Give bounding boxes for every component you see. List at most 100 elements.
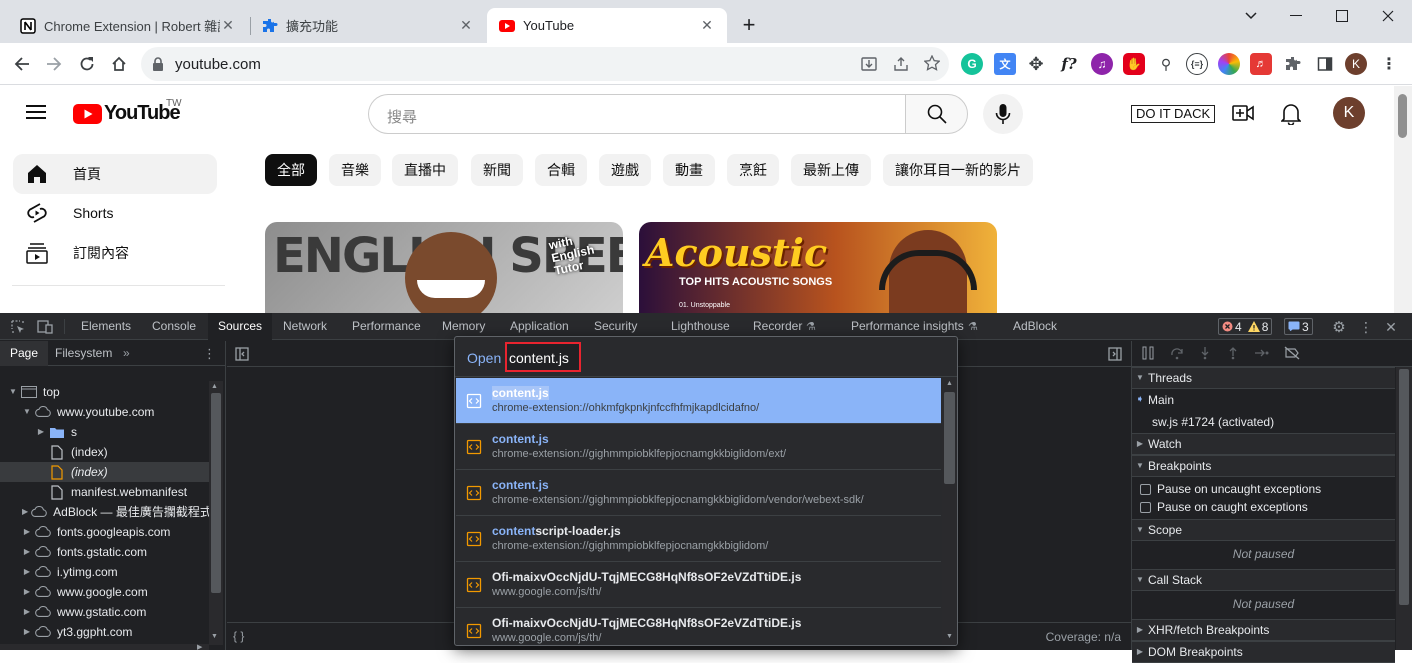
tab-adblock[interactable]: AdBlock [1013, 313, 1057, 340]
chip-recently-uploaded[interactable]: 最新上傳 [791, 154, 871, 186]
collapsed-arrow-icon[interactable]: ▶ [22, 562, 32, 582]
pause-icon[interactable] [1141, 346, 1155, 360]
tree-item[interactable]: (index) [0, 442, 210, 462]
toggle-navigator-icon[interactable] [235, 347, 249, 361]
quick-open-result[interactable]: contentscript-loader.js chrome-extension:… [456, 516, 941, 562]
quick-open-result[interactable]: Ofi-maixvOccNjdU-TqjMECG8HqNf8sOF2eVZdTt… [456, 562, 941, 608]
sidebar-item-shorts[interactable]: Shorts [13, 193, 217, 233]
tree-item[interactable]: ▶ i.ytimg.com [0, 562, 210, 582]
chip-gaming[interactable]: 遊戲 [599, 154, 651, 186]
issues-badge[interactable]: 4 8 [1218, 318, 1273, 335]
watch-section-header[interactable]: ▶ Watch [1132, 433, 1395, 455]
hamburger-menu-icon[interactable] [26, 104, 46, 120]
side-panel-icon[interactable] [1314, 53, 1336, 75]
page-scrollbar[interactable] [1394, 86, 1412, 313]
tree-item[interactable]: (index) [0, 462, 210, 482]
collapsed-arrow-icon[interactable]: ▶ [22, 582, 32, 602]
chip-news[interactable]: 新聞 [471, 154, 523, 186]
formula-icon[interactable]: f? [1058, 53, 1080, 75]
home-button-icon[interactable] [103, 48, 135, 80]
navigator-menu-icon[interactable]: ⋮ [203, 346, 216, 362]
threads-section-header[interactable]: ▼ Threads [1132, 367, 1395, 389]
search-button[interactable] [905, 94, 968, 134]
close-devtools-icon[interactable]: ✕ [1382, 318, 1400, 336]
tree-item[interactable]: ▼ top [0, 382, 210, 402]
browser-tab-extensions[interactable]: 擴充功能 ✕ [250, 8, 486, 43]
music-ext-icon[interactable]: ♬ [1250, 53, 1272, 75]
quick-open-result[interactable]: content.js chrome-extension://gighmmpiobk… [456, 470, 941, 516]
tab-elements[interactable]: Elements [81, 313, 131, 340]
pretty-print-icon[interactable]: { } [233, 629, 244, 643]
avatar[interactable]: K [1333, 97, 1365, 129]
tree-item[interactable]: ▶ AdBlock — 最佳廣告攔截程式 [0, 502, 210, 522]
tab-filesystem[interactable]: Filesystem [55, 341, 112, 366]
messages-badge[interactable]: 3 [1284, 318, 1313, 335]
collapsed-arrow-icon[interactable]: ▶ [36, 422, 46, 442]
collapsed-arrow-icon[interactable]: ▶ [22, 502, 28, 522]
collapsed-arrow-icon[interactable]: ▶ [22, 542, 32, 562]
voice-search-button[interactable] [983, 94, 1023, 134]
tab-console[interactable]: Console [152, 313, 196, 340]
inspect-element-icon[interactable] [9, 318, 27, 336]
device-toolbar-icon[interactable] [36, 318, 54, 336]
chip-mix[interactable]: 合輯 [535, 154, 587, 186]
collapsed-arrow-icon[interactable]: ▶ [22, 522, 32, 542]
quick-open-result[interactable]: content.js chrome-extension://gighmmpiobk… [456, 424, 941, 470]
chip-music[interactable]: 音樂 [329, 154, 381, 186]
checkbox-icon[interactable] [1140, 483, 1151, 495]
xhr-breakpoints-section-header[interactable]: ▶ XHR/fetch Breakpoints [1132, 619, 1395, 641]
close-window-icon[interactable] [1365, 0, 1411, 32]
translate-icon[interactable]: 文 [994, 53, 1016, 75]
chip-live[interactable]: 直播中 [392, 154, 458, 186]
navigator-hscrollbar[interactable] [0, 644, 209, 650]
adblock-icon[interactable]: ✋ [1123, 53, 1145, 75]
scope-section-header[interactable]: ▼ Scope [1132, 519, 1395, 541]
tree-item[interactable]: ▶ www.gstatic.com [0, 602, 210, 622]
forward-icon[interactable] [38, 48, 70, 80]
sidebar-item-home[interactable]: 首頁 [13, 154, 217, 194]
more-options-icon[interactable]: ⋮ [1357, 318, 1375, 336]
quick-open-result[interactable]: Ofi-maixvOccNjdU-TqjMECG8HqNf8sOF2eVZdTt… [456, 608, 941, 645]
search-input[interactable]: 搜尋 [368, 94, 906, 134]
tab-page[interactable]: Page [0, 341, 49, 366]
close-tab-icon[interactable]: ✕ [220, 17, 236, 34]
lock-icon[interactable] [152, 57, 164, 71]
quick-open-scrollbar[interactable] [942, 378, 957, 645]
quick-open-input[interactable]: content.js [505, 342, 581, 372]
tab-sources[interactable]: Sources [208, 313, 273, 340]
expanded-arrow-icon[interactable]: ▼ [22, 402, 32, 422]
tab-performance[interactable]: Performance [352, 313, 421, 340]
settings-gear-icon[interactable]: ⚙ [1330, 318, 1348, 336]
chip-new-to-you[interactable]: 讓你耳目一新的影片 [883, 154, 1033, 186]
dom-breakpoints-section-header[interactable]: ▶ DOM Breakpoints [1132, 641, 1395, 663]
move-icon[interactable]: ✥ [1025, 53, 1047, 75]
close-tab-icon[interactable]: ✕ [699, 17, 715, 34]
notifications-bell-icon[interactable] [1281, 103, 1301, 125]
collapsed-arrow-icon[interactable]: ▶ [22, 622, 32, 642]
youtube-logo-icon[interactable] [73, 104, 102, 124]
minimize-icon[interactable] [1273, 0, 1319, 32]
browser-tab-youtube[interactable]: YouTube ✕ [487, 8, 727, 43]
new-tab-button[interactable]: + [733, 9, 765, 41]
pin-icon[interactable]: ⚲ [1155, 53, 1177, 75]
checkbox-icon[interactable] [1140, 501, 1151, 513]
maximize-icon[interactable] [1319, 0, 1365, 32]
thread-main[interactable]: ➧ Main [1132, 389, 1395, 411]
expanded-arrow-icon[interactable]: ▼ [8, 382, 18, 402]
more-tabs-chevron-icon[interactable]: » [123, 346, 130, 360]
tree-item[interactable]: ▶ fonts.googleapis.com [0, 522, 210, 542]
toggle-debugger-icon[interactable] [1108, 347, 1122, 361]
tree-item[interactable]: ▼ www.youtube.com [0, 402, 210, 422]
bookmark-star-icon[interactable] [924, 55, 940, 71]
do-it-dack-button[interactable]: DO IT DACK [1131, 105, 1216, 123]
thread-sw[interactable]: sw.js #1724 (activated) [1132, 411, 1395, 433]
color-picker-icon[interactable] [1218, 53, 1240, 75]
quick-open-result[interactable]: content.js chrome-extension://ohkmfgkpnkj… [456, 378, 941, 424]
chip-all[interactable]: 全部 [265, 154, 317, 186]
video-thumbnail-acoustic[interactable]: Acoustic TOP HITS ACOUSTIC SONGS 01. Uns… [639, 222, 997, 313]
tree-item[interactable]: ▶ www.google.com [0, 582, 210, 602]
share-icon[interactable] [893, 56, 909, 72]
video-thumbnail-english[interactable]: ENGLISH SPEECH with English Tutor [265, 222, 623, 313]
tree-item[interactable]: ▶ fonts.gstatic.com [0, 542, 210, 562]
profile-avatar[interactable]: K [1345, 53, 1367, 75]
